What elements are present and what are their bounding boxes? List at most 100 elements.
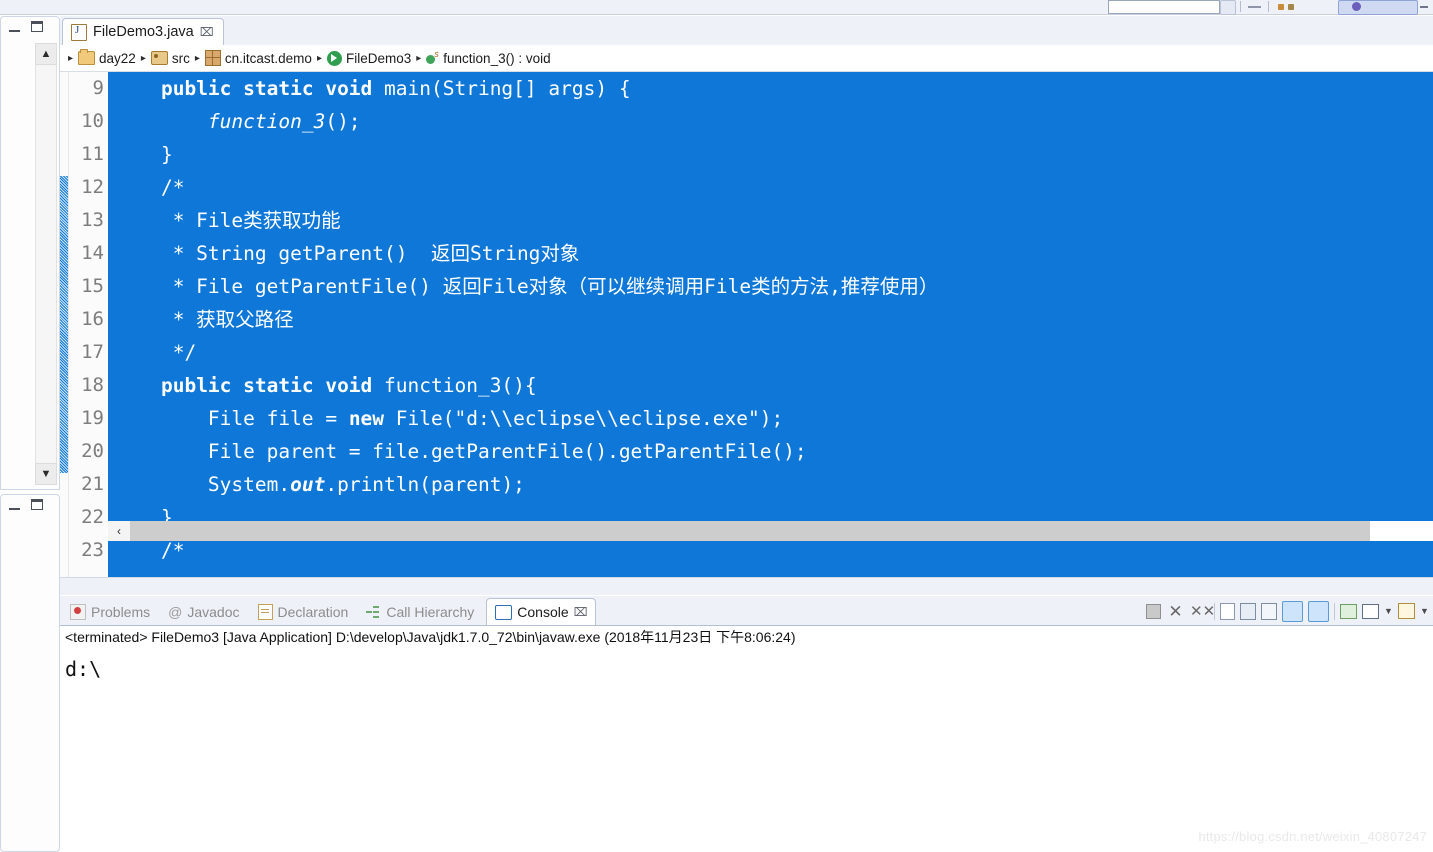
code-line[interactable]: */ xyxy=(108,336,1433,369)
editor-part: FileDemo3.java ⌧ ▸ day22 ▸ src ▸ cn.itca… xyxy=(60,16,1433,595)
tab-declaration[interactable]: Declaration xyxy=(252,600,355,624)
line-number: 18 xyxy=(81,374,104,396)
toolbar-chunk-handle[interactable] xyxy=(1220,0,1236,15)
console-toolbar: ✕ ✕✕ ▼ ▼ xyxy=(1146,599,1429,623)
pin-console-icon[interactable] xyxy=(1340,603,1357,619)
breadcrumb-item-package[interactable]: cn.itcast.demo xyxy=(204,50,312,66)
show-console-on-output-icon[interactable] xyxy=(1282,600,1303,622)
terminate-icon[interactable] xyxy=(1146,603,1161,619)
scroll-left-icon[interactable]: ‹ xyxy=(108,521,130,541)
editor-tab-filedemo3[interactable]: FileDemo3.java ⌧ xyxy=(62,18,224,45)
maximize-icon[interactable] xyxy=(31,499,43,510)
code-text-selected[interactable]: public static void main(String[] args) {… xyxy=(108,72,1433,577)
toolbar-dot-icon[interactable] xyxy=(1288,4,1294,10)
code-line[interactable]: * File getParentFile() 返回File对象（可以继续调用Fi… xyxy=(108,270,1433,303)
code-line[interactable]: /* xyxy=(108,171,1433,204)
line-number: 11 xyxy=(81,143,104,165)
toolbar-dot-icon[interactable] xyxy=(1278,4,1284,10)
package-icon xyxy=(204,50,221,66)
toolbar-dash-icon[interactable] xyxy=(1248,6,1261,8)
source-folder-icon xyxy=(150,51,168,65)
left-stub-top-buttons xyxy=(9,21,43,32)
code-line[interactable]: } xyxy=(108,138,1433,171)
code-line[interactable]: System.out.println(parent); xyxy=(108,468,1433,501)
code-token: * File类获取功能 xyxy=(114,209,341,232)
tab-problems[interactable]: Problems xyxy=(64,600,156,624)
line-number: 9 xyxy=(92,77,104,99)
close-icon[interactable]: ⌧ xyxy=(574,606,588,618)
line-number: 19 xyxy=(81,407,104,429)
left-view-stub-bottom[interactable] xyxy=(0,494,60,852)
left-view-stub-top[interactable]: ▲ ▼ xyxy=(0,16,60,490)
scroll-lock-icon[interactable] xyxy=(1240,602,1256,620)
code-line[interactable]: File parent = file.getParentFile().getPa… xyxy=(108,435,1433,468)
breadcrumb-separator[interactable]: ▸ xyxy=(195,53,200,64)
chevron-down-icon[interactable]: ▼ xyxy=(1420,602,1429,621)
line-number: 17 xyxy=(81,341,104,363)
toolbar-search-field[interactable] xyxy=(1108,0,1220,14)
code-line[interactable]: * 获取父路径 xyxy=(108,303,1433,336)
word-wrap-icon[interactable] xyxy=(1261,602,1277,620)
remove-launch-icon[interactable]: ✕ xyxy=(1166,602,1185,621)
breadcrumb-separator[interactable]: ▸ xyxy=(68,53,73,64)
code-token: new xyxy=(348,407,396,430)
breadcrumb-item-method[interactable]: function_3() : void xyxy=(426,49,551,66)
code-line[interactable]: File file = new File("d:\\eclipse\\eclip… xyxy=(108,402,1433,435)
code-line[interactable]: public static void main(String[] args) { xyxy=(108,72,1433,105)
console-part: Problems @ Javadoc Declaration Call Hierarch… xyxy=(60,596,1433,850)
breadcrumb-label: src xyxy=(171,50,190,66)
code-token: * 获取父路径 xyxy=(114,308,294,331)
code-line[interactable]: function_3(); xyxy=(108,105,1433,138)
console-output[interactable]: d:\ xyxy=(60,648,1433,850)
line-number: 15 xyxy=(81,275,104,297)
display-selected-console-icon[interactable] xyxy=(1362,603,1379,619)
show-console-on-error-icon[interactable] xyxy=(1308,600,1329,622)
tab-call-hierarchy[interactable]: Call Hierarchy xyxy=(360,600,480,624)
breadcrumb-separator[interactable]: ▸ xyxy=(317,53,322,64)
breadcrumb-separator[interactable]: ▸ xyxy=(141,53,146,64)
console-icon xyxy=(495,604,513,620)
tab-console[interactable]: Console ⌧ xyxy=(486,598,597,625)
code-token: out xyxy=(290,473,326,496)
editor-horizontal-scrollbar[interactable]: ‹ xyxy=(108,521,1433,541)
perspective-switcher[interactable] xyxy=(1338,0,1418,15)
scroll-down-icon[interactable]: ▼ xyxy=(35,463,57,485)
tab-javadoc[interactable]: @ Javadoc xyxy=(162,600,245,624)
toolbar-overflow-icon[interactable] xyxy=(1420,6,1428,8)
code-token: main(String[] args) { xyxy=(384,77,631,100)
close-icon[interactable]: ⌧ xyxy=(200,26,214,38)
tab-label: Console xyxy=(517,604,569,620)
code-token: public static void xyxy=(160,374,385,397)
code-editor-area[interactable]: 9 10 11 12 13 14 15 16 17 18 19 20 21 22 23 public sta… xyxy=(60,72,1433,577)
code-token: } xyxy=(114,143,173,166)
code-line[interactable]: * File类获取功能 xyxy=(108,204,1433,237)
breadcrumb: ▸ day22 ▸ src ▸ cn.itcast.demo ▸ FileDem… xyxy=(60,45,1433,72)
breadcrumb-separator[interactable]: ▸ xyxy=(416,53,421,64)
breadcrumb-item-class[interactable]: FileDemo3 xyxy=(326,50,411,66)
line-number: 22 xyxy=(81,506,104,528)
minimize-icon[interactable] xyxy=(9,21,20,32)
scroll-up-icon[interactable]: ▲ xyxy=(35,43,57,65)
left-stub-scrollbar[interactable] xyxy=(35,43,57,485)
minimize-icon[interactable] xyxy=(9,499,20,510)
horizontal-scroll-thumb[interactable] xyxy=(130,521,1370,541)
breadcrumb-item-day22[interactable]: day22 xyxy=(78,49,136,66)
clear-console-icon[interactable] xyxy=(1220,602,1235,620)
code-token: File file = xyxy=(114,407,349,430)
code-token: function_3 xyxy=(207,110,326,133)
maximize-icon[interactable] xyxy=(31,21,43,32)
remove-all-terminated-icon[interactable]: ✕✕ xyxy=(1190,602,1215,621)
watermark: https://blog.csdn.net/weixin_40807247 xyxy=(1198,829,1427,844)
breadcrumb-item-src[interactable]: src xyxy=(150,50,190,66)
left-stub-bottom-buttons xyxy=(9,499,43,510)
code-token: System. xyxy=(114,473,291,496)
tab-label: Call Hierarchy xyxy=(386,604,475,620)
code-line[interactable]: public static void function_3(){ xyxy=(108,369,1433,402)
code-line[interactable]: * String getParent() 返回String对象 xyxy=(108,237,1433,270)
chevron-down-icon[interactable]: ▼ xyxy=(1384,602,1393,621)
toolbar-separator xyxy=(1240,1,1241,12)
folding-column[interactable] xyxy=(60,72,69,577)
open-console-icon[interactable] xyxy=(1398,603,1415,619)
line-number-gutter: 9 10 11 12 13 14 15 16 17 18 19 20 21 22 23 xyxy=(69,72,107,577)
